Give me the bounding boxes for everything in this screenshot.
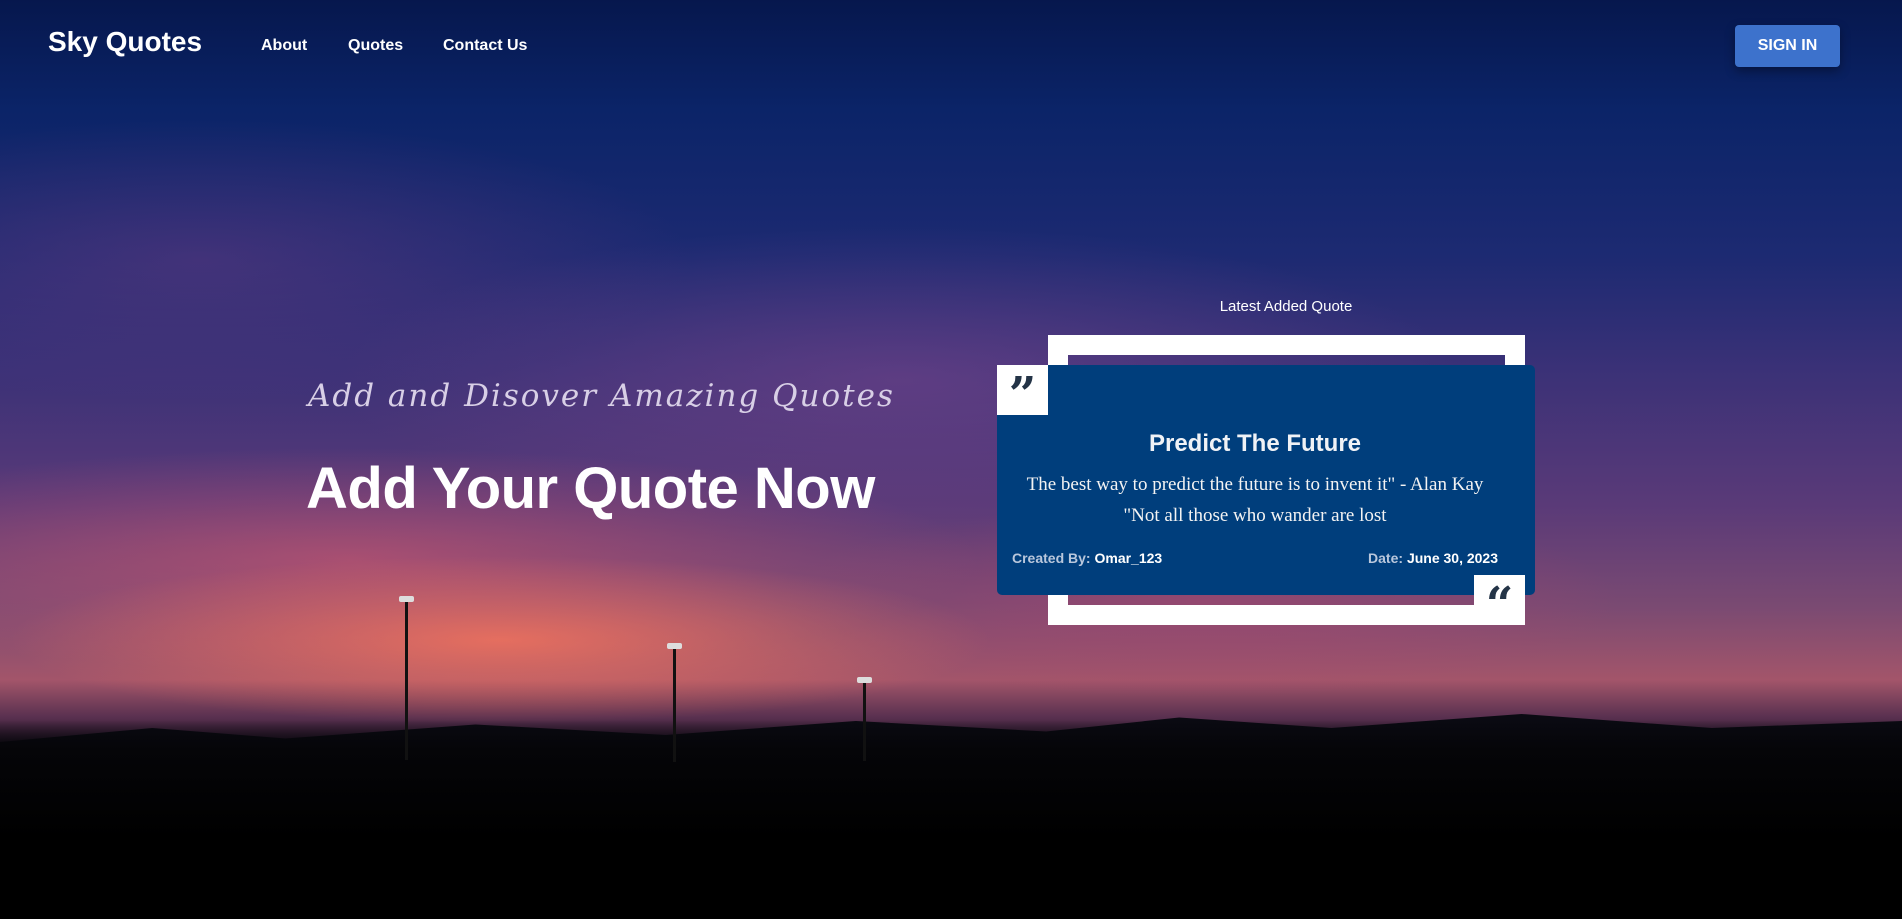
nav-about[interactable]: About [261,37,307,55]
hero-subtitle: Add and Disover Amazing Quotes [308,378,895,414]
quote-author: Created By: Omar_123 [1012,550,1162,566]
quote-right-icon: ” [997,365,1048,419]
nav-quotes[interactable]: Quotes [348,37,403,55]
hero-title: Add Your Quote Now [306,456,875,521]
sign-in-button[interactable]: SIGN IN [1735,25,1840,67]
date-value: June 30, 2023 [1406,550,1498,566]
nav-contact[interactable]: Contact Us [443,37,527,55]
ground-silhouette [0,720,1902,919]
logo[interactable]: Sky Quotes [48,26,202,58]
street-lamp [399,596,414,760]
navbar: Sky Quotes About Quotes Contact Us SIGN … [0,0,1902,92]
quote-date: Date: June 30, 2023 [1368,550,1498,566]
latest-quote-heading: Latest Added Quote [1219,298,1353,315]
created-by: Omar_123 [1094,550,1163,566]
quote-text: The best way to predict the future is to… [997,469,1513,531]
quote-line: "Not all those who wander are lost [1123,505,1387,526]
street-lamp [667,643,682,762]
quote-title: Predict The Future [1148,430,1362,457]
street-lamp [857,677,872,761]
quote-line: The best way to predict the future is to… [1026,474,1484,495]
created-label: Created By: [1012,550,1091,566]
quote-left-icon: “ [1474,575,1525,629]
date-label: Date: [1368,550,1404,566]
